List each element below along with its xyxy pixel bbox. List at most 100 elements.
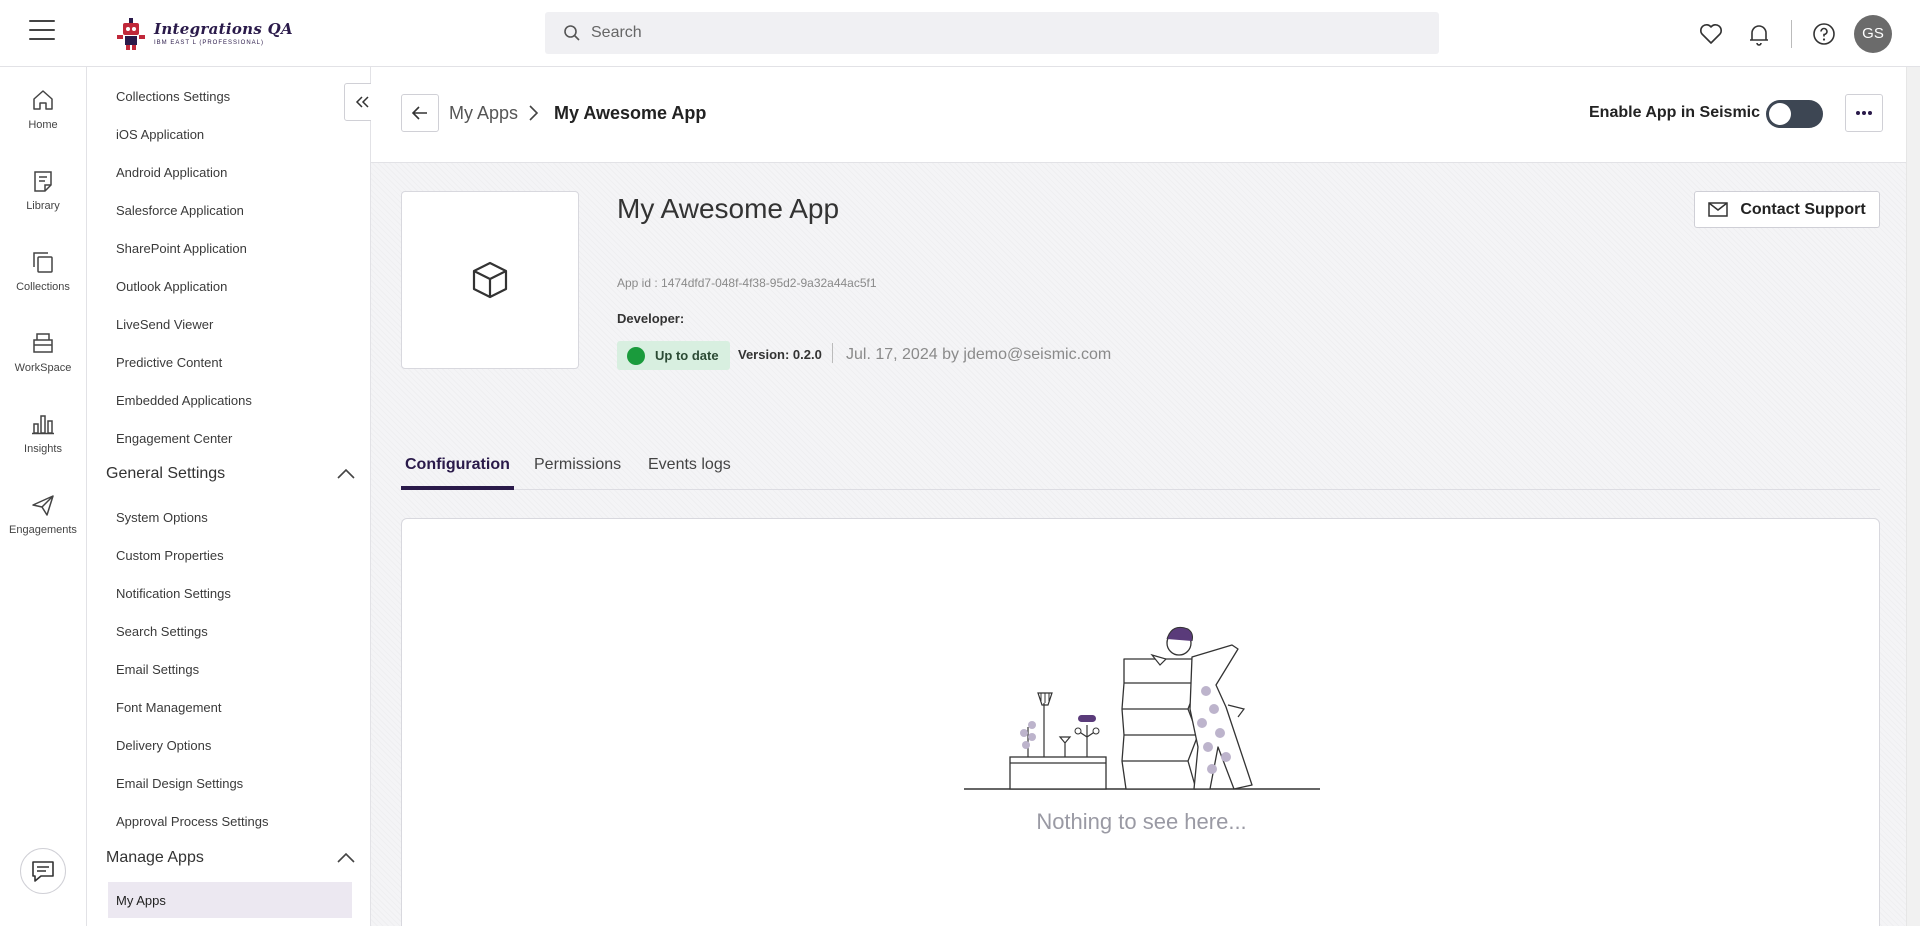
empty-state-text: Nothing to see here... bbox=[1036, 809, 1247, 834]
settings-sidebar: Collections Settings iOS Application And… bbox=[87, 67, 371, 926]
sidebar-item-approval-process-settings[interactable]: Approval Process Settings bbox=[116, 814, 268, 829]
search-input[interactable] bbox=[591, 24, 1391, 42]
search-icon bbox=[564, 25, 580, 41]
double-chevron-left-icon bbox=[355, 96, 369, 108]
updated-text: Jul. 17, 2024 by jdemo@seismic.com bbox=[846, 346, 1112, 363]
menu-icon[interactable] bbox=[29, 20, 55, 40]
toggle-knob bbox=[1769, 103, 1791, 125]
workspace-icon bbox=[33, 333, 53, 353]
insights-icon bbox=[32, 415, 54, 435]
app-title: My Awesome App bbox=[617, 193, 840, 224]
version-text: Version: 0.2.0 bbox=[738, 347, 822, 362]
sidebar-item-notification-settings[interactable]: Notification Settings bbox=[116, 586, 231, 601]
empty-state-illustration bbox=[964, 626, 1320, 790]
rail-item-library[interactable]: Library bbox=[0, 168, 86, 212]
send-icon bbox=[32, 495, 54, 516]
bell-icon bbox=[1750, 24, 1768, 46]
tab-bar: Configuration Permissions Events logs bbox=[401, 446, 1880, 490]
scrollbar[interactable] bbox=[1906, 67, 1920, 926]
chevron-up-icon bbox=[337, 852, 355, 863]
home-icon bbox=[33, 90, 53, 110]
tab-configuration[interactable]: Configuration bbox=[401, 456, 514, 490]
heart-icon bbox=[1700, 23, 1722, 44]
rail-item-engagements[interactable]: Engagements bbox=[0, 492, 86, 536]
divider bbox=[832, 343, 833, 363]
top-bar: Integrations QA IBM EAST L (PROFESSIONAL… bbox=[0, 0, 1920, 67]
contact-support-button[interactable]: Contact Support bbox=[1694, 191, 1880, 228]
enable-app-label: Enable App in Seismic bbox=[1589, 104, 1761, 121]
rail-label: Library bbox=[26, 200, 60, 212]
top-icons: GS bbox=[1687, 0, 1920, 67]
rail-item-collections[interactable]: Collections bbox=[0, 249, 86, 293]
sidebar-group-general-settings[interactable]: General Settings bbox=[106, 465, 356, 483]
chevron-right-icon bbox=[529, 105, 539, 121]
sidebar-item-ios-application[interactable]: iOS Application bbox=[116, 127, 204, 142]
contact-support-label: Contact Support bbox=[1740, 200, 1866, 218]
logo-subtitle: IBM EAST L (PROFESSIONAL) bbox=[154, 40, 265, 46]
breadcrumb-current: My Awesome App bbox=[554, 103, 707, 123]
app-icon-tile bbox=[401, 191, 579, 369]
cube-icon bbox=[472, 261, 508, 299]
sidebar-item-delivery-options[interactable]: Delivery Options bbox=[116, 738, 211, 753]
chat-icon bbox=[32, 861, 54, 882]
arrow-left-icon bbox=[411, 106, 427, 120]
sidebar-item-sharepoint-application[interactable]: SharePoint Application bbox=[116, 241, 247, 256]
favorites-button[interactable] bbox=[1687, 10, 1735, 58]
collections-icon bbox=[33, 252, 53, 273]
rail-label: Engagements bbox=[9, 524, 77, 536]
search-bar[interactable] bbox=[545, 12, 1439, 54]
sidebar-item-collections-settings[interactable]: Collections Settings bbox=[116, 89, 230, 104]
developer-label: Developer: bbox=[617, 311, 685, 326]
tab-permissions[interactable]: Permissions bbox=[534, 456, 621, 490]
sidebar-group-label: General Settings bbox=[106, 465, 226, 482]
logo-title: Integrations QA bbox=[154, 20, 293, 38]
tab-events-logs[interactable]: Events logs bbox=[648, 456, 731, 490]
sidebar-item-predictive-content[interactable]: Predictive Content bbox=[116, 355, 222, 370]
more-horizontal-icon bbox=[1856, 111, 1872, 115]
notifications-button[interactable] bbox=[1735, 10, 1783, 58]
help-button[interactable] bbox=[1800, 10, 1848, 58]
sidebar-item-email-settings[interactable]: Email Settings bbox=[116, 662, 199, 677]
chevron-up-icon bbox=[337, 468, 355, 479]
rail-label: Home bbox=[28, 119, 58, 131]
chat-button[interactable] bbox=[20, 848, 66, 894]
sidebar-item-embedded-applications[interactable]: Embedded Applications bbox=[116, 393, 252, 408]
left-rail: Home Library Collections WorkSpace Insig… bbox=[0, 67, 87, 926]
help-icon bbox=[1813, 22, 1835, 45]
sidebar-item-outlook-application[interactable]: Outlook Application bbox=[116, 279, 227, 294]
enable-app-toggle[interactable] bbox=[1766, 100, 1823, 128]
rail-label: Collections bbox=[16, 281, 70, 293]
sidebar-item-my-apps[interactable]: My Apps bbox=[108, 882, 352, 918]
rail-label: WorkSpace bbox=[14, 362, 72, 374]
sidebar-item-salesforce-application[interactable]: Salesforce Application bbox=[116, 203, 244, 218]
app-id: App id : 1474dfd7-048f-4f38-95d2-9a32a44… bbox=[617, 276, 877, 290]
sidebar-item-livesend-viewer[interactable]: LiveSend Viewer bbox=[116, 317, 213, 332]
more-options-button[interactable] bbox=[1845, 94, 1883, 132]
breadcrumb-my-apps[interactable]: My Apps bbox=[449, 103, 518, 124]
rail-label: Insights bbox=[24, 443, 62, 455]
sidebar-item-engagement-center[interactable]: Engagement Center bbox=[116, 431, 232, 446]
sidebar-item-email-design-settings[interactable]: Email Design Settings bbox=[116, 776, 243, 791]
main-header: My Apps My Awesome App Enable App in Sei… bbox=[371, 67, 1906, 163]
sidebar-item-font-management[interactable]: Font Management bbox=[116, 700, 222, 715]
divider bbox=[1791, 19, 1792, 48]
sidebar-group-manage-apps[interactable]: Manage Apps bbox=[106, 849, 356, 867]
status-dot-icon bbox=[627, 346, 645, 365]
rail-item-insights[interactable]: Insights bbox=[0, 411, 86, 455]
avatar[interactable]: GS bbox=[1854, 14, 1892, 53]
sidebar-item-custom-properties[interactable]: Custom Properties bbox=[116, 548, 224, 563]
robot-logo-icon bbox=[117, 18, 145, 50]
library-icon bbox=[34, 171, 52, 192]
logo[interactable]: Integrations QA IBM EAST L (PROFESSIONAL… bbox=[114, 15, 293, 51]
sidebar-item-android-application[interactable]: Android Application bbox=[116, 165, 227, 180]
status-badge: Up to date bbox=[617, 341, 730, 370]
sidebar-item-system-options[interactable]: System Options bbox=[116, 510, 208, 525]
sidebar-item-search-settings[interactable]: Search Settings bbox=[116, 624, 208, 639]
status-text: Up to date bbox=[655, 348, 719, 363]
mail-icon bbox=[1708, 202, 1729, 217]
rail-item-workspace[interactable]: WorkSpace bbox=[0, 330, 86, 374]
sidebar-group-label: Manage Apps bbox=[106, 849, 204, 866]
configuration-panel: Nothing to see here... bbox=[401, 518, 1880, 926]
rail-item-home[interactable]: Home bbox=[0, 87, 86, 131]
back-button[interactable] bbox=[401, 94, 439, 132]
